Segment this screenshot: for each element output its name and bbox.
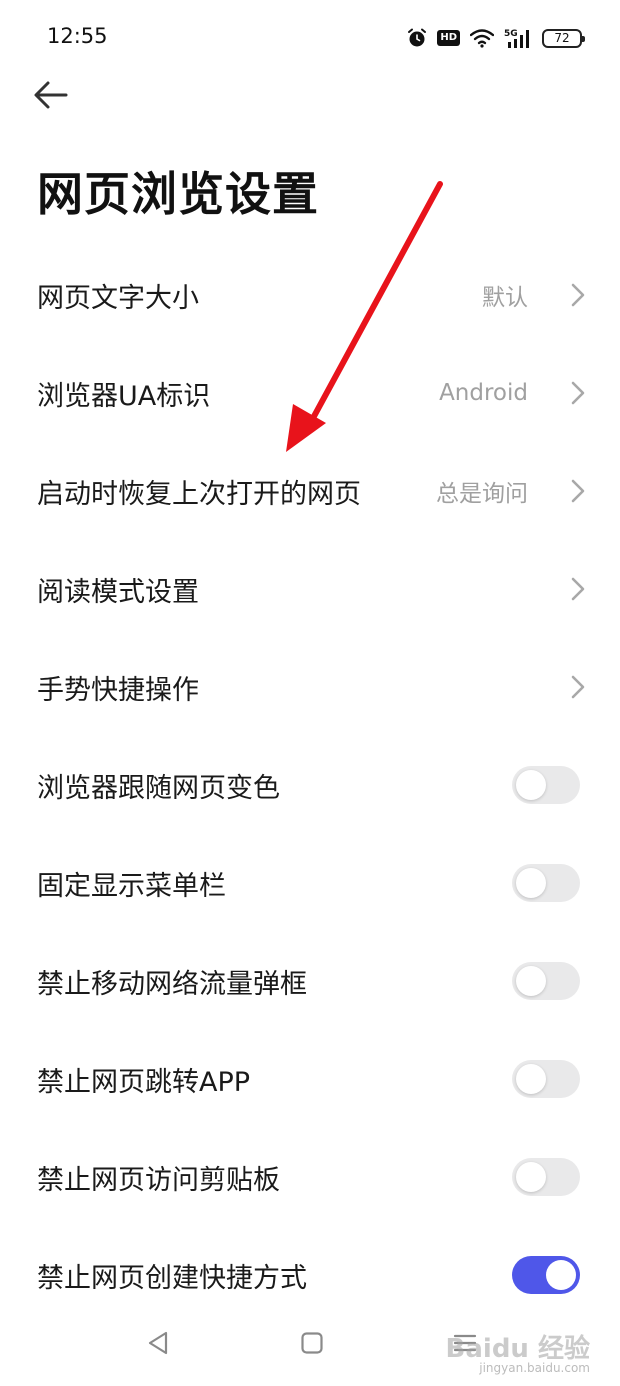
nav-recents-button[interactable] bbox=[452, 1330, 478, 1360]
setting-label: 浏览器UA标识 bbox=[37, 380, 211, 412]
toggle-switch[interactable] bbox=[512, 766, 580, 804]
setting-follow-page-color: 浏览器跟随网页变色 bbox=[0, 736, 620, 834]
setting-label: 禁止移动网络流量弹框 bbox=[37, 968, 307, 1000]
setting-label: 网页文字大小 bbox=[37, 282, 199, 314]
back-button[interactable] bbox=[32, 78, 70, 112]
setting-ua-identifier[interactable]: 浏览器UA标识 Android bbox=[0, 344, 620, 442]
cellular-signal-icon: 5G bbox=[504, 29, 529, 48]
setting-fixed-menu-bar: 固定显示菜单栏 bbox=[0, 834, 620, 932]
status-time: 12:55 bbox=[47, 24, 108, 48]
nav-home-button[interactable] bbox=[300, 1330, 324, 1360]
square-home-icon bbox=[301, 1332, 323, 1354]
status-bar: 12:55 HD 5G 72 bbox=[0, 0, 620, 72]
setting-label: 启动时恢复上次打开的网页 bbox=[37, 478, 361, 510]
toggle-knob bbox=[516, 868, 546, 898]
nav-back-button[interactable] bbox=[146, 1330, 170, 1360]
setting-label: 禁止网页跳转APP bbox=[37, 1066, 251, 1098]
triangle-back-icon bbox=[148, 1331, 168, 1355]
alarm-icon bbox=[408, 28, 427, 47]
setting-label: 禁止网页创建快捷方式 bbox=[37, 1262, 307, 1294]
setting-value: 默认 bbox=[482, 285, 528, 311]
setting-label: 浏览器跟随网页变色 bbox=[37, 772, 280, 804]
page-title: 网页浏览设置 bbox=[37, 167, 319, 221]
setting-block-clipboard: 禁止网页访问剪贴板 bbox=[0, 1128, 620, 1226]
toggle-knob bbox=[516, 770, 546, 800]
setting-font-size[interactable]: 网页文字大小 默认 bbox=[0, 246, 620, 344]
toggle-knob bbox=[516, 966, 546, 996]
system-nav-bar bbox=[0, 1312, 620, 1386]
chevron-right-icon bbox=[571, 381, 585, 405]
toggle-switch[interactable] bbox=[512, 864, 580, 902]
chevron-right-icon bbox=[571, 577, 585, 601]
setting-label: 阅读模式设置 bbox=[37, 576, 199, 608]
setting-label: 固定显示菜单栏 bbox=[37, 870, 226, 902]
chevron-right-icon bbox=[571, 675, 585, 699]
setting-block-app-redirect: 禁止网页跳转APP bbox=[0, 1030, 620, 1128]
battery-level: 72 bbox=[554, 31, 570, 45]
toggle-switch[interactable] bbox=[512, 1158, 580, 1196]
setting-label: 手势快捷操作 bbox=[37, 674, 199, 706]
toggle-knob bbox=[516, 1064, 546, 1094]
toggle-knob bbox=[516, 1162, 546, 1192]
settings-list: 网页文字大小 默认 浏览器UA标识 Android 启动时恢复上次打开的网页 总… bbox=[0, 246, 620, 1324]
toggle-switch[interactable] bbox=[512, 1256, 580, 1294]
setting-restore-last-pages[interactable]: 启动时恢复上次打开的网页 总是询问 bbox=[0, 442, 620, 540]
setting-label: 禁止网页访问剪贴板 bbox=[37, 1164, 280, 1196]
setting-value: 总是询问 bbox=[436, 481, 528, 507]
battery-icon: 72 bbox=[542, 28, 585, 48]
setting-reading-mode[interactable]: 阅读模式设置 bbox=[0, 540, 620, 638]
wifi-icon bbox=[470, 29, 494, 48]
setting-block-shortcuts: 禁止网页创建快捷方式 bbox=[0, 1226, 620, 1324]
toggle-knob bbox=[546, 1260, 576, 1290]
chevron-right-icon bbox=[571, 479, 585, 503]
arrow-left-icon bbox=[34, 81, 68, 109]
setting-gesture-shortcuts[interactable]: 手势快捷操作 bbox=[0, 638, 620, 736]
hd-badge: HD bbox=[437, 30, 460, 46]
status-icons: HD 5G 72 bbox=[407, 24, 585, 52]
setting-block-data-popup: 禁止移动网络流量弹框 bbox=[0, 932, 620, 1030]
toggle-switch[interactable] bbox=[512, 962, 580, 1000]
toggle-switch[interactable] bbox=[512, 1060, 580, 1098]
menu-lines-icon bbox=[453, 1334, 477, 1352]
chevron-right-icon bbox=[571, 283, 585, 307]
network-type-label: 5G bbox=[504, 29, 518, 39]
setting-value: Android bbox=[439, 380, 528, 406]
